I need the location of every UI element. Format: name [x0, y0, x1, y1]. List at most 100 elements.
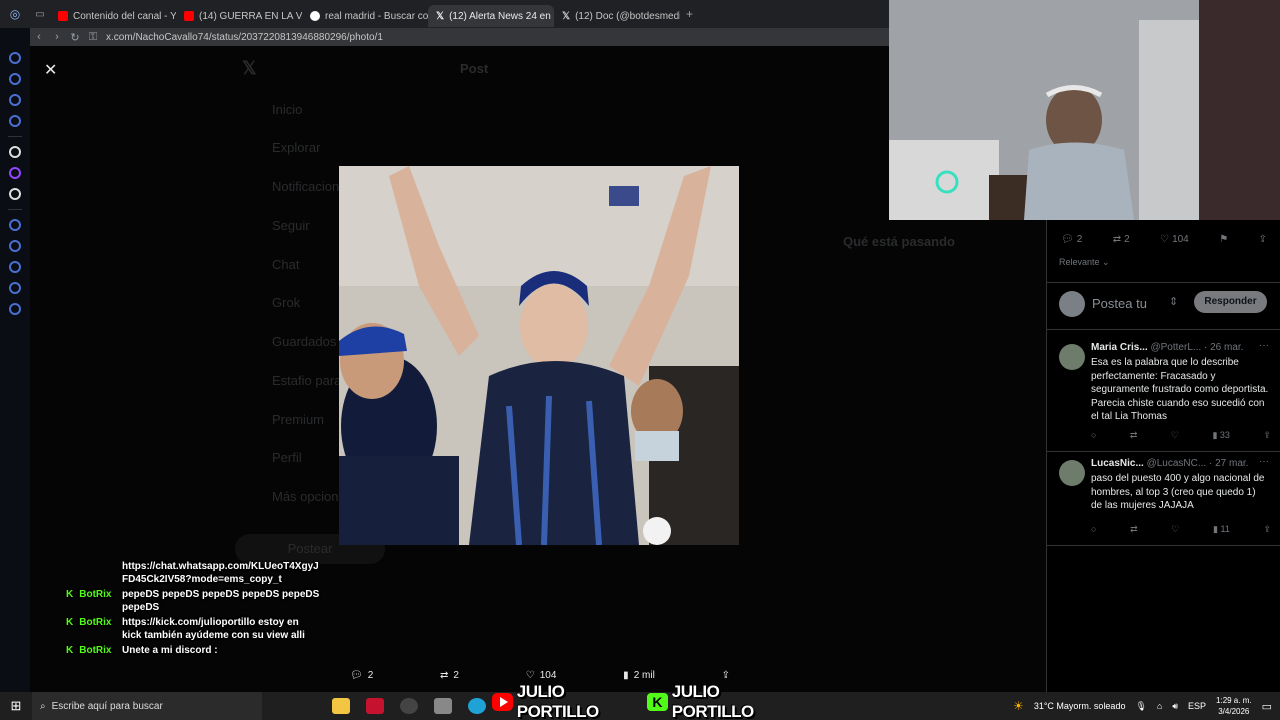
discord-icon[interactable]: [9, 94, 21, 106]
screen: ◎ ▭ Contenido del canal - YouT (14) GUER…: [0, 0, 1280, 720]
mic-icon[interactable]: 🎙︎: [1135, 701, 1146, 712]
twitch-icon[interactable]: [9, 167, 21, 179]
share-icon[interactable]: ⇪: [1263, 524, 1271, 535]
post-photo[interactable]: [339, 166, 739, 545]
reply-icon[interactable]: ○: [1091, 524, 1096, 535]
repost-icon[interactable]: ⇄: [1130, 524, 1138, 535]
kick-icon: K: [66, 617, 74, 628]
reply-count[interactable]: 💬︎ 2: [1061, 234, 1082, 245]
tab-youtube-studio[interactable]: Contenido del canal - YouT: [50, 5, 176, 27]
nav-guardados: Guardados: [272, 334, 337, 349]
reply-header: LucasNic... @LucasNC... · 27 mar.: [1091, 458, 1249, 469]
reply-text: paso del puesto 400 y algo nacional de h…: [1091, 473, 1265, 511]
notifications-icon[interactable]: ▭: [1262, 700, 1272, 713]
chat-message: K BotRix Unete a mi discord :: [66, 645, 218, 656]
edge-icon[interactable]: [468, 698, 486, 714]
reply-text: Esa es la palabra que lo describe perfec…: [1091, 357, 1269, 422]
repost-action[interactable]: ⇄ 2: [440, 670, 459, 681]
settings-icon[interactable]: [9, 303, 21, 315]
x-logo-icon: 𝕏: [436, 10, 445, 22]
player-icon[interactable]: [9, 219, 21, 231]
reply-input[interactable]: Postea tu: [1092, 296, 1147, 311]
reply-icon[interactable]: ○: [1091, 430, 1096, 441]
close-photo-button[interactable]: ✕: [44, 60, 57, 80]
app-icon[interactable]: [366, 698, 384, 714]
app-icon[interactable]: [434, 698, 452, 714]
nav-inicio: Inicio: [272, 102, 303, 117]
sort-dropdown[interactable]: Relevante ⌄: [1059, 257, 1110, 268]
more-options-icon[interactable]: ···: [1259, 340, 1269, 351]
site-info-icon[interactable]: ⚿: [84, 31, 102, 44]
history-icon[interactable]: [9, 261, 21, 273]
bookmark-icon[interactable]: [9, 240, 21, 252]
grip-icon: ⇕: [1169, 296, 1179, 308]
chat-message: K BotRix pepeDS pepeDS pepeDS pepeDS pepe…: [66, 589, 320, 613]
google-icon: [310, 11, 320, 21]
nav-explorar: Explorar: [272, 140, 321, 155]
extensions-icon[interactable]: [9, 282, 21, 294]
reload-icon[interactable]: ↻: [66, 31, 84, 44]
repost-icon: ⇄: [440, 670, 449, 681]
x-logo-dimmed: 𝕏: [242, 58, 257, 78]
weather-icon: ☀: [1013, 699, 1024, 713]
nav-estafio: Estafio para: [272, 373, 342, 388]
tab-doc[interactable]: 𝕏(12) Doc (@botdesmedido: [554, 5, 680, 27]
clock[interactable]: 1:29 a. m. 3/4/2026: [1216, 695, 1252, 717]
reply-item[interactable]: Maria Cris... @PotterL... · 26 mar. ··· …: [1047, 338, 1280, 452]
sidebar-divider: [8, 136, 22, 137]
trends-title-dimmed: Qué está pasando: [843, 234, 955, 249]
tab-google-search[interactable]: real madrid - Buscar con G: [302, 5, 428, 27]
swimmers-photo: [339, 166, 739, 545]
url-field[interactable]: x.com/NachoCavallo74/status/203722081394…: [106, 32, 383, 43]
youtube-icon: [184, 11, 194, 21]
like-action[interactable]: ♡ 104: [526, 670, 557, 681]
repost-icon[interactable]: ⇄: [1130, 430, 1138, 441]
nav-premium: Premium: [272, 412, 325, 427]
views-action[interactable]: ▮ 2 mil: [623, 670, 655, 681]
webcam-feed: [889, 0, 1280, 220]
tab-search-icon[interactable]: ▭: [30, 9, 50, 20]
forward-icon[interactable]: ›: [48, 31, 66, 43]
youtube-icon: [58, 11, 68, 21]
reply-item[interactable]: LucasNic... @LucasNC... · 27 mar. ··· pa…: [1047, 454, 1280, 546]
chat-username: K BotRix: [66, 617, 112, 628]
explorer-icon[interactable]: [332, 698, 350, 714]
webcam-overlay: [889, 0, 1280, 220]
browser-logo-icon[interactable]: ◎: [0, 7, 30, 21]
share-action[interactable]: ⇪: [722, 670, 730, 681]
share-icon[interactable]: ⇪: [1263, 430, 1271, 441]
nav-chat: Chat: [272, 257, 300, 272]
views-count[interactable]: ▮ 11: [1213, 524, 1230, 535]
sidebar-divider: [8, 209, 22, 210]
heart-icon[interactable]: ♡: [1171, 524, 1179, 535]
windows-start-icon[interactable]: ⊞: [0, 698, 32, 714]
views-count[interactable]: ▮ 33: [1212, 430, 1229, 441]
volume-icon[interactable]: 🔊︎: [1172, 701, 1178, 712]
bookmark-button[interactable]: ⚑: [1219, 234, 1228, 245]
taskbar-search[interactable]: ⌕ Escribe aquí para buscar: [32, 692, 262, 720]
mail-icon[interactable]: [9, 115, 21, 127]
chat-message: https://chat.whatsapp.com/KLUeoT4XgyJFD4…: [122, 561, 319, 585]
repost-count[interactable]: ⇄ 2: [1113, 234, 1130, 245]
share-button[interactable]: ⇪: [1259, 234, 1267, 245]
kick-icon: K: [66, 645, 74, 656]
tab-alerta-news[interactable]: 𝕏 (12) Alerta News 24 en X:: [428, 5, 554, 27]
x-icon[interactable]: [9, 188, 21, 200]
heart-icon[interactable]: ♡: [1171, 430, 1179, 441]
openai-icon[interactable]: [9, 146, 21, 158]
back-icon[interactable]: ‹: [30, 31, 48, 43]
reply-icon: 💬︎: [1061, 234, 1074, 245]
more-options-icon[interactable]: ···: [1259, 456, 1269, 467]
messenger-icon[interactable]: [9, 52, 21, 64]
post-stats-row: 💬︎ 2 ⇄ 2 ♡ 104 ⚑ ⇪: [1061, 234, 1267, 245]
like-count[interactable]: ♡ 104: [1160, 234, 1189, 245]
obs-icon[interactable]: [400, 698, 418, 714]
tab-youtube-video[interactable]: (14) GUERRA EN LA VIÑO: [176, 5, 302, 27]
new-tab-button[interactable]: +: [680, 7, 699, 21]
heart-icon: ♡: [1160, 234, 1170, 245]
instagram-icon[interactable]: [9, 73, 21, 85]
reply-action[interactable]: 💬︎ 2: [350, 670, 373, 681]
responder-button[interactable]: Responder: [1194, 291, 1267, 313]
network-icon[interactable]: ⌂: [1157, 701, 1162, 711]
reply-actions: ○ ⇄ ♡ ▮ 33 ⇪: [1091, 430, 1271, 441]
